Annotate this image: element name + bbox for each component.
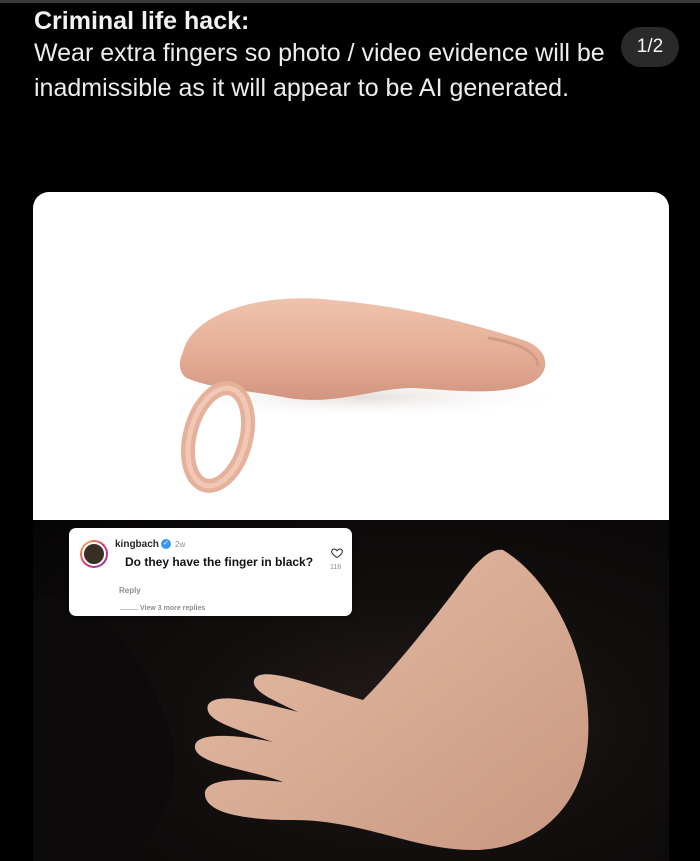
view-replies-link[interactable]: View 3 more replies xyxy=(140,605,205,612)
post-heading: Criminal life hack: xyxy=(34,7,250,35)
comment-card: kingbach ✓ 2w Do they have the finger in… xyxy=(69,528,352,616)
heart-icon[interactable] xyxy=(331,547,343,559)
fake-finger-photo xyxy=(33,192,669,522)
page-counter: 1/2 xyxy=(621,27,679,67)
avatar[interactable] xyxy=(80,540,108,568)
comment-username[interactable]: kingbach xyxy=(115,539,159,550)
post-body: Wear extra fingers so photo / video evid… xyxy=(34,39,605,102)
like-count: 118 xyxy=(330,564,342,571)
replies-divider xyxy=(120,609,138,610)
verified-check-icon: ✓ xyxy=(161,539,171,549)
top-divider xyxy=(0,0,700,3)
post-caption: Criminal life hack: Wear extra fingers s… xyxy=(34,6,634,106)
reply-button[interactable]: Reply xyxy=(119,586,141,595)
comment-text: Do they have the finger in black? xyxy=(125,555,314,569)
comment-timestamp: 2w xyxy=(175,540,186,549)
fake-finger-illustration xyxy=(153,298,573,493)
avatar-image xyxy=(82,542,106,566)
